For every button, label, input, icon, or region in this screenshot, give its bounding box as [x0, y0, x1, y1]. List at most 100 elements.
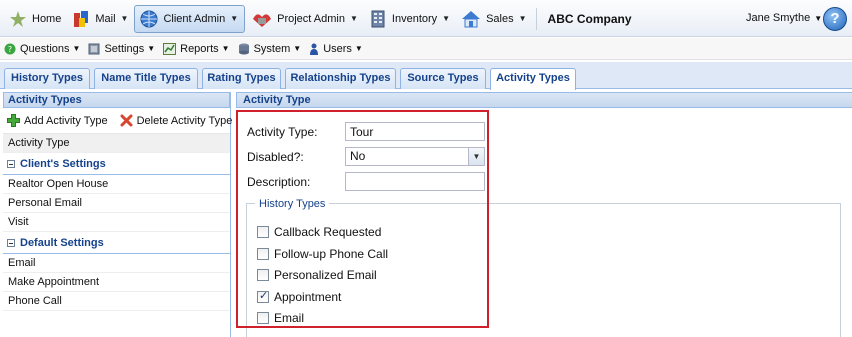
list-item[interactable]: Email — [3, 254, 230, 273]
chevron-down-icon[interactable]: ▼ — [468, 148, 484, 165]
chevron-down-icon: ▼ — [293, 44, 302, 53]
group-clients-settings[interactable]: Client's Settings — [3, 153, 230, 175]
nav-mail-label: Mail — [95, 12, 116, 25]
activity-type-panel-title: Activity Type — [236, 92, 852, 108]
home-icon — [8, 9, 28, 29]
chevron-down-icon: ▼ — [221, 44, 230, 53]
tab-activity-types[interactable]: Activity Types — [490, 68, 576, 90]
house-icon — [460, 9, 482, 29]
activity-types-toolbar: Add Activity Type Delete Activity Type — [3, 108, 233, 134]
checkbox-label: Callback Requested — [274, 225, 382, 239]
nav-home-label: Home — [32, 12, 62, 25]
collapse-icon — [7, 238, 15, 247]
list-item[interactable]: Make Appointment — [3, 273, 230, 292]
project-icon — [251, 9, 273, 29]
disabled-label: Disabled?: — [247, 150, 304, 164]
menu-users[interactable]: Users ▼ — [309, 43, 363, 55]
checkbox-personalized-email[interactable]: Personalized Email — [257, 268, 377, 282]
menu-questions-label: Questions — [20, 42, 70, 55]
group-title: Client's Settings — [20, 157, 106, 170]
checkbox-label: Follow-up Phone Call — [274, 247, 389, 261]
activity-types-panel: Activity Types Add Activity Type Delete … — [3, 92, 233, 337]
delete-activity-type-button[interactable]: Delete Activity Type — [120, 114, 233, 127]
plus-icon — [7, 114, 20, 127]
delete-activity-type-label: Delete Activity Type — [136, 114, 233, 127]
tab-name-title-types[interactable]: Name Title Types — [94, 68, 198, 89]
chevron-down-icon: ▼ — [814, 14, 823, 23]
nav-project-admin[interactable]: Project Admin ▼ — [247, 6, 362, 32]
nav-sales-label: Sales — [486, 12, 514, 25]
nav-project-admin-label: Project Admin — [277, 12, 345, 25]
settings-icon — [88, 43, 100, 55]
reports-icon — [163, 42, 177, 55]
delete-icon — [120, 114, 133, 127]
activity-types-panel-title: Activity Types — [3, 92, 230, 108]
checkbox-box[interactable] — [257, 269, 269, 281]
list-item-selected[interactable]: Activity Type — [3, 134, 230, 153]
checkbox-email[interactable]: Email — [257, 311, 304, 325]
nav-home[interactable]: Home — [4, 6, 65, 32]
checkbox-label: Personalized Email — [274, 268, 377, 282]
nav-inventory-label: Inventory — [391, 12, 438, 25]
checkbox-appointment[interactable]: Appointment — [257, 289, 342, 304]
disabled-select-value: No — [350, 149, 366, 163]
chevron-down-icon: ▼ — [350, 14, 358, 23]
history-types-legend: History Types — [255, 198, 330, 210]
menu-settings[interactable]: Settings ▼ — [88, 43, 155, 55]
secondary-toolbar: ? Questions ▼ Settings ▼ Reports ▼ Syste… — [0, 38, 852, 60]
activity-type-field[interactable] — [345, 122, 485, 141]
menu-questions[interactable]: ? Questions ▼ — [4, 43, 80, 55]
chevron-down-icon: ▼ — [147, 44, 156, 53]
menu-settings-label: Settings — [104, 42, 145, 55]
user-menu[interactable]: Jane Smythe ▼ — [746, 12, 822, 24]
list-item[interactable]: Visit — [3, 213, 230, 232]
checkbox-box-checked[interactable] — [257, 289, 269, 303]
chevron-down-icon: ▼ — [120, 14, 129, 23]
nav-mail[interactable]: Mail ▼ — [67, 6, 132, 32]
list-item[interactable]: Personal Email — [3, 194, 230, 213]
mail-icon — [71, 9, 91, 29]
help-button[interactable]: ? — [823, 7, 847, 31]
checkbox-label: Appointment — [274, 290, 342, 304]
company-name: ABC Company — [547, 11, 632, 26]
menu-system[interactable]: System ▼ — [238, 42, 302, 55]
description-label: Description: — [247, 175, 311, 189]
tab-strip: History Types Name Title Types Rating Ty… — [0, 62, 852, 90]
svg-text:?: ? — [8, 45, 12, 54]
nav-sales[interactable]: Sales ▼ — [456, 6, 530, 32]
nav-client-admin-label: Client Admin — [163, 12, 226, 25]
menu-system-label: System — [253, 42, 291, 55]
collapse-icon — [7, 159, 15, 168]
users-icon — [309, 43, 319, 55]
building-icon — [368, 9, 388, 29]
chevron-down-icon: ▼ — [518, 14, 527, 23]
chevron-down-icon: ▼ — [442, 14, 451, 23]
checkbox-box[interactable] — [257, 226, 269, 238]
tab-rating-types[interactable]: Rating Types — [202, 68, 281, 89]
checkbox-follow-up-phone-call[interactable]: Follow-up Phone Call — [257, 247, 388, 261]
menu-reports[interactable]: Reports ▼ — [163, 42, 230, 55]
checkbox-callback-requested[interactable]: Callback Requested — [257, 225, 381, 239]
list-item[interactable]: Realtor Open House — [3, 175, 230, 194]
description-field[interactable] — [345, 172, 485, 191]
group-default-settings[interactable]: Default Settings — [3, 232, 230, 254]
tab-history-types[interactable]: History Types — [4, 68, 90, 89]
list-item[interactable]: Phone Call — [3, 292, 230, 311]
activity-type-label: Activity Type: — [247, 125, 318, 139]
menu-reports-label: Reports — [180, 42, 219, 55]
nav-inventory[interactable]: Inventory ▼ — [364, 6, 454, 32]
question-icon: ? — [4, 43, 16, 55]
tab-relationship-types[interactable]: Relationship Types — [285, 68, 396, 89]
user-name: Jane Smythe — [746, 12, 811, 24]
chevron-down-icon: ▼ — [72, 44, 81, 53]
checkbox-box[interactable] — [257, 312, 269, 324]
top-nav-menu: Home Mail ▼ Client Admin ▼ Project Admin… — [0, 0, 632, 37]
nav-client-admin[interactable]: Client Admin ▼ — [134, 4, 246, 33]
disabled-select[interactable]: No ▼ — [345, 147, 485, 166]
checkbox-box[interactable] — [257, 248, 269, 260]
system-icon — [238, 43, 250, 55]
add-activity-type-button[interactable]: Add Activity Type — [7, 114, 108, 127]
top-navigation-bar: Home Mail ▼ Client Admin ▼ Project Admin… — [0, 0, 852, 37]
tab-source-types[interactable]: Source Types — [400, 68, 486, 89]
add-activity-type-label: Add Activity Type — [24, 114, 108, 127]
